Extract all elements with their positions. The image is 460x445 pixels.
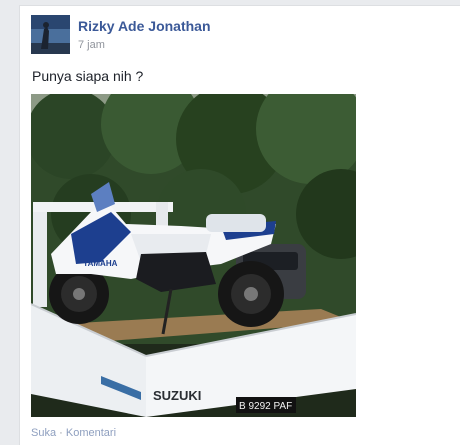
like-link[interactable]: Suka: [31, 427, 56, 439]
author-name[interactable]: Rizky Ade Jonathan: [78, 18, 211, 34]
post-text: Punya siapa nih ?: [32, 68, 144, 84]
action-separator: ·: [59, 427, 63, 439]
truck-brand-label: SUZUKI: [153, 388, 201, 403]
motorcycle-truck-image: SUZUKI B 9292 PAF YAMAHA: [31, 94, 356, 417]
avatar[interactable]: [31, 15, 70, 54]
bike-brand-label: YAMAHA: [83, 259, 118, 268]
license-plate-text: B 9292 PAF: [239, 401, 292, 412]
comment-link[interactable]: Komentari: [66, 427, 116, 439]
post-card: Rizky Ade Jonathan 7 jam Punya siapa nih…: [19, 5, 460, 445]
post-photo[interactable]: SUZUKI B 9292 PAF YAMAHA: [31, 94, 356, 417]
post-actions: Suka · Komentari: [31, 427, 116, 439]
post-timestamp[interactable]: 7 jam: [78, 39, 105, 51]
avatar-image: [31, 15, 70, 54]
